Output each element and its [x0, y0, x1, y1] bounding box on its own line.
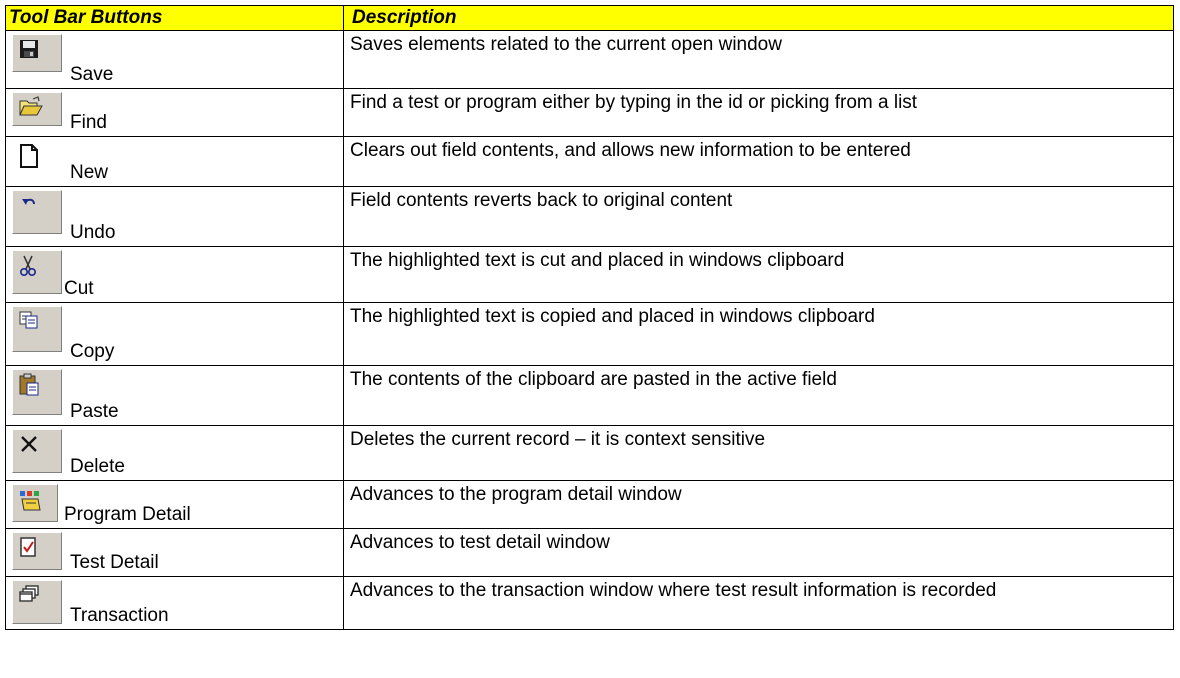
test-detail-description: Advances to test detail window [343, 528, 1174, 577]
find-description: Find a test or program either by typing … [343, 88, 1174, 137]
delete-label: Delete [70, 456, 125, 477]
new-document-icon [17, 143, 41, 169]
undo-description: Field contents reverts back to original … [343, 186, 1174, 247]
undo-arrow-icon [18, 194, 40, 212]
save-button[interactable] [12, 34, 62, 72]
tool-cell: Copy [5, 302, 344, 366]
new-description: Clears out field contents, and allows ne… [343, 136, 1174, 187]
tool-cell: New [5, 136, 344, 187]
header-tool-buttons: Tool Bar Buttons [5, 5, 344, 31]
header-description: Description [343, 5, 1174, 31]
table-row: Transaction Advances to the transaction … [5, 576, 1174, 630]
tool-cell: Delete [5, 425, 344, 481]
table-row: Test Detail Advances to test detail wind… [5, 528, 1174, 577]
table-row: Delete Deletes the current record – it i… [5, 425, 1174, 481]
scissors-icon [18, 254, 38, 278]
table-row: Save Saves elements related to the curre… [5, 30, 1174, 89]
table-row: New Clears out field contents, and allow… [5, 136, 1174, 187]
table-row: Paste The contents of the clipboard are … [5, 365, 1174, 426]
program-detail-icon [18, 488, 44, 512]
table-row: Cut The highlighted text is cut and plac… [5, 246, 1174, 303]
cut-description: The highlighted text is cut and placed i… [343, 246, 1174, 303]
tool-cell: Transaction [5, 576, 344, 630]
paste-label: Paste [70, 401, 119, 422]
tool-cell: Program Detail [5, 480, 344, 529]
cut-label: Cut [64, 278, 94, 299]
copy-button[interactable] [12, 306, 62, 352]
tool-cell: Test Detail [5, 528, 344, 577]
undo-button[interactable] [12, 190, 62, 234]
delete-x-icon [18, 433, 40, 455]
test-detail-button[interactable] [12, 532, 62, 570]
table-row: Undo Field contents reverts back to orig… [5, 186, 1174, 247]
delete-button[interactable] [12, 429, 62, 473]
find-label: Find [70, 112, 107, 133]
test-detail-label: Test Detail [70, 552, 159, 573]
clipboard-paste-icon [18, 373, 40, 397]
stacked-windows-icon [18, 584, 40, 606]
toolbar-buttons-table: Tool Bar Buttons Description Save Saves … [5, 5, 1174, 630]
delete-description: Deletes the current record – it is conte… [343, 425, 1174, 481]
save-description: Saves elements related to the current op… [343, 30, 1174, 89]
find-button[interactable] [12, 92, 62, 126]
program-detail-description: Advances to the program detail window [343, 480, 1174, 529]
table-row: Program Detail Advances to the program d… [5, 480, 1174, 529]
new-button[interactable] [12, 140, 52, 178]
undo-label: Undo [70, 222, 116, 243]
checklist-icon [18, 536, 38, 558]
tool-cell: Find [5, 88, 344, 137]
save-label: Save [70, 64, 114, 85]
transaction-label: Transaction [70, 605, 169, 626]
transaction-description: Advances to the transaction window where… [343, 576, 1174, 630]
table-row: Copy The highlighted text is copied and … [5, 302, 1174, 366]
table-row: Find Find a test or program either by ty… [5, 88, 1174, 137]
program-detail-label: Program Detail [64, 504, 191, 525]
transaction-button[interactable] [12, 580, 62, 624]
floppy-disk-icon [18, 38, 40, 60]
paste-button[interactable] [12, 369, 62, 415]
tool-cell: Cut [5, 246, 344, 303]
tool-cell: Paste [5, 365, 344, 426]
copy-description: The highlighted text is copied and place… [343, 302, 1174, 366]
paste-description: The contents of the clipboard are pasted… [343, 365, 1174, 426]
new-label: New [70, 162, 109, 183]
program-detail-button[interactable] [12, 484, 58, 522]
cut-button[interactable] [12, 250, 62, 294]
copy-pages-icon [18, 310, 40, 330]
header-row: Tool Bar Buttons Description [5, 5, 1174, 31]
tool-cell: Save [5, 30, 344, 89]
tool-cell: Undo [5, 186, 344, 247]
open-folder-icon [18, 96, 44, 118]
copy-label: Copy [70, 341, 115, 362]
